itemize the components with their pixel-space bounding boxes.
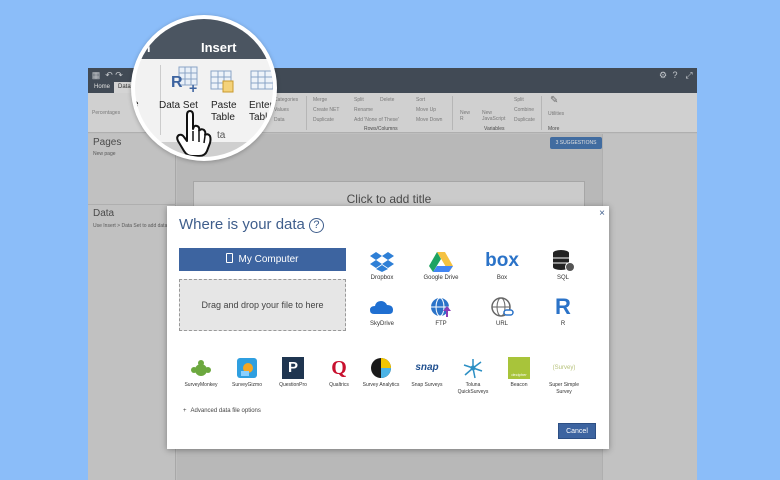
- service-label: Toluna QuickSurveys: [457, 382, 489, 395]
- service-label: Super Simple Survey: [548, 382, 579, 395]
- surveygizmo-icon: [237, 358, 257, 378]
- hand-pointer-icon: [176, 110, 212, 157]
- paste-table-icon: [210, 70, 234, 93]
- expand-plus-icon: +: [183, 408, 187, 414]
- surveymonkey-icon: [191, 360, 211, 376]
- magnifier-callout: ion Insert e R + Data Set Paste Table En…: [131, 15, 277, 161]
- magnifier-tab-partial: ion: [131, 40, 151, 55]
- svg-text:R: R: [171, 74, 183, 91]
- advanced-options-label: Advanced data file options: [190, 408, 261, 414]
- source-box[interactable]: box Box: [477, 250, 527, 281]
- google-drive-icon: [429, 252, 453, 272]
- magnifier-group-label: ta: [217, 130, 226, 141]
- source-label: R: [560, 321, 566, 327]
- service-toluna[interactable]: Toluna QuickSurveys: [450, 357, 496, 396]
- source-label: Dropbox: [370, 275, 394, 281]
- mobile-device-icon: [226, 253, 234, 263]
- service-label: Beacon: [510, 382, 528, 388]
- my-computer-label: My Computer: [238, 254, 299, 265]
- source-label: SkyDrive: [369, 321, 394, 327]
- data-source-dialog: Where is your data? × My Computer Drag a…: [167, 206, 609, 449]
- service-label: QuestionPro: [279, 382, 307, 388]
- survey-analytics-icon: [371, 358, 391, 378]
- qualtrics-icon: Q: [331, 357, 347, 379]
- paste-table-button[interactable]: Paste Table: [211, 100, 241, 124]
- beacon-icon: decipher: [508, 357, 530, 379]
- service-questionpro[interactable]: P QuestionPro: [270, 357, 316, 389]
- magnifier-tab-insert[interactable]: Insert: [201, 40, 236, 55]
- service-beacon[interactable]: decipher Beacon: [496, 357, 542, 389]
- service-label: Survey Analytics: [362, 382, 400, 388]
- close-icon[interactable]: ×: [599, 208, 605, 219]
- ftp-icon: [431, 297, 451, 317]
- my-computer-button[interactable]: My Computer: [179, 248, 346, 271]
- source-dropbox[interactable]: Dropbox: [357, 250, 407, 281]
- source-ftp[interactable]: FTP: [416, 296, 466, 327]
- magnifier-tabbar: ion Insert: [135, 19, 273, 59]
- source-label: SQL: [556, 275, 569, 281]
- source-r[interactable]: R R: [538, 294, 588, 328]
- service-super-simple-survey[interactable]: (Survey) Super Simple Survey: [541, 357, 587, 396]
- source-label: FTP: [435, 321, 447, 327]
- magnifier-partial-label: e: [133, 99, 139, 110]
- enter-table-button[interactable]: Enter Table: [249, 100, 273, 124]
- skydrive-icon: [370, 301, 393, 314]
- service-label: SurveyGizmo: [231, 382, 262, 388]
- questionpro-icon: P: [282, 357, 304, 379]
- dropbox-icon: [370, 252, 394, 272]
- service-label: Snap Surveys: [411, 382, 443, 388]
- service-surveymonkey[interactable]: SurveyMonkey: [178, 357, 224, 389]
- sql-icon: [553, 250, 575, 272]
- enter-table-icon: [250, 70, 273, 90]
- source-google-drive[interactable]: Google Drive: [416, 250, 466, 281]
- url-icon: [491, 297, 514, 317]
- dialog-title-text: Where is your data: [179, 216, 305, 233]
- source-sql[interactable]: SQL: [538, 250, 588, 281]
- service-snap-surveys[interactable]: snap Snap Surveys: [404, 357, 450, 389]
- source-label: Box: [496, 275, 508, 281]
- source-label: URL: [495, 321, 508, 327]
- r-icon: R: [555, 294, 571, 319]
- source-label: Google Drive: [423, 275, 459, 281]
- advanced-options-link[interactable]: + Advanced data file options: [183, 408, 261, 414]
- source-skydrive[interactable]: SkyDrive: [357, 296, 407, 327]
- svg-text:+: +: [189, 80, 197, 93]
- super-simple-survey-icon: (Survey): [552, 365, 576, 371]
- snap-surveys-icon: snap: [415, 362, 439, 373]
- drop-zone[interactable]: Drag and drop your file to here: [179, 279, 346, 331]
- cancel-button[interactable]: Cancel: [558, 423, 596, 439]
- help-circle-icon[interactable]: ?: [308, 218, 324, 233]
- service-surveygizmo[interactable]: SurveyGizmo: [224, 357, 270, 389]
- toluna-icon: [463, 359, 483, 379]
- service-survey-analytics[interactable]: Survey Analytics: [358, 357, 404, 389]
- data-set-icon: R +: [171, 66, 198, 93]
- source-url[interactable]: URL: [477, 296, 527, 327]
- service-label: Qualtrics: [329, 382, 349, 388]
- service-qualtrics[interactable]: Q Qualtrics: [316, 357, 362, 389]
- dialog-title: Where is your data?: [179, 216, 324, 233]
- beacon-logo-text: decipher: [511, 372, 527, 377]
- service-label: SurveyMonkey: [184, 382, 218, 388]
- box-icon: box: [485, 250, 519, 271]
